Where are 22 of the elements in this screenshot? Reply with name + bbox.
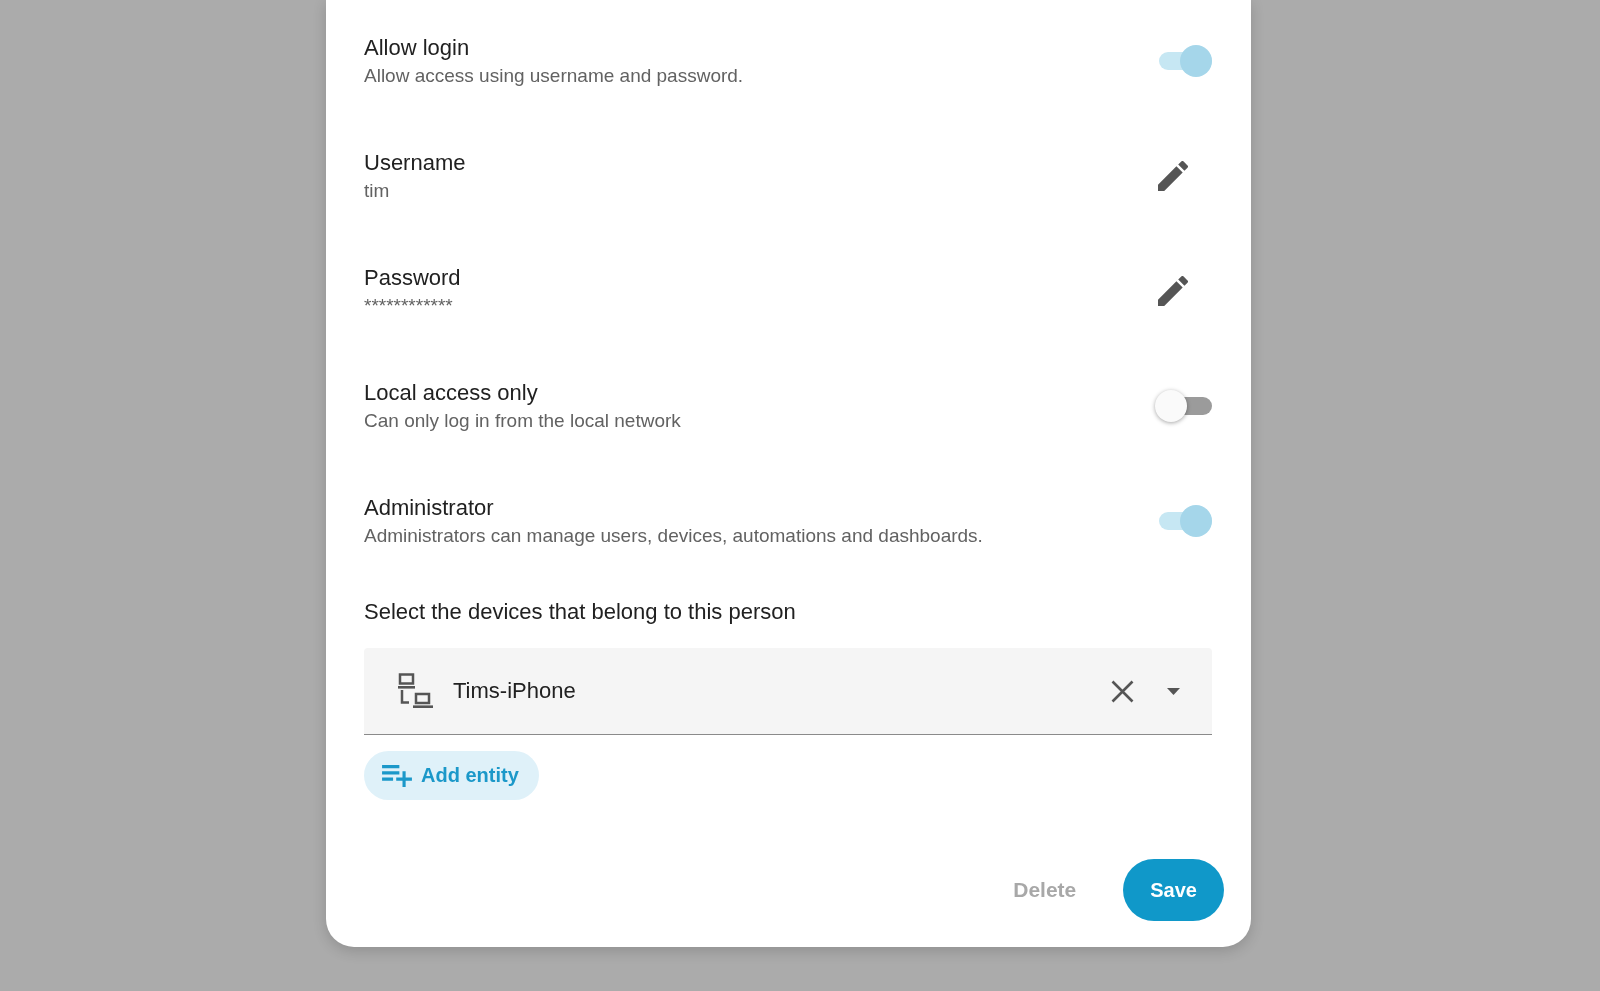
device-select-field[interactable]: Tims-iPhone — [364, 648, 1212, 735]
caret-down-icon[interactable] — [1167, 687, 1180, 695]
setting-title: Allow login — [364, 33, 471, 62]
add-entity-button[interactable]: Add entity — [364, 751, 539, 800]
save-button[interactable]: Save — [1123, 859, 1224, 921]
setting-description: Allow access using username and password. — [364, 63, 744, 88]
toggle-switch[interactable] — [1155, 390, 1212, 422]
playlist-plus-icon — [382, 764, 412, 787]
setting-title: Local access only — [364, 378, 539, 407]
setting-value: tim — [364, 178, 391, 203]
devices-label: Select the devices that belong to this person — [364, 598, 797, 626]
setting-value: ************ — [364, 293, 454, 318]
setting-title: Password — [364, 263, 461, 292]
setting-title: Username — [364, 148, 466, 177]
setting-description: Can only log in from the local network — [364, 408, 681, 433]
connected-computers-icon — [397, 673, 433, 709]
setting-description: Administrators can manage users, devices, automations and dashboards. — [364, 523, 983, 548]
pencil-icon — [1158, 161, 1188, 191]
setting-title: Administrator — [364, 493, 495, 522]
pencil-icon — [1158, 276, 1188, 306]
close-icon[interactable] — [1111, 679, 1134, 703]
selected-device: Tims-iPhone — [453, 677, 577, 705]
